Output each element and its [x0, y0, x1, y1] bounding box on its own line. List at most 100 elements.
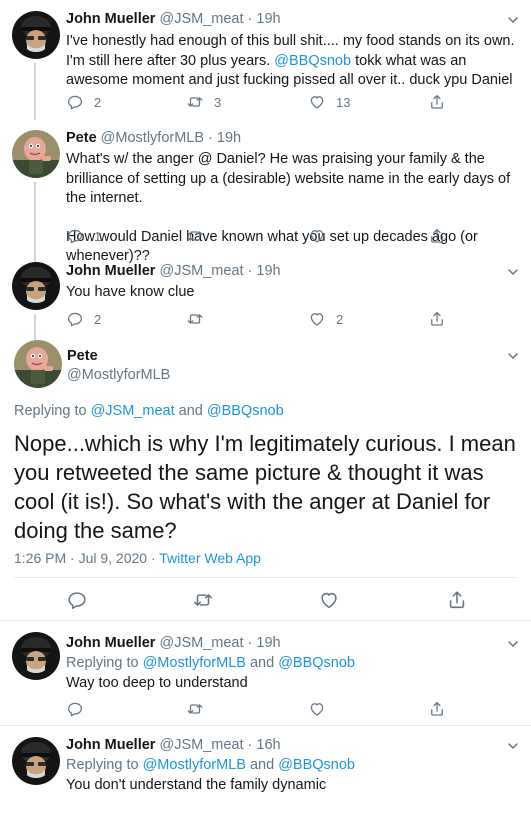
- display-name[interactable]: Pete: [67, 348, 170, 364]
- reply-icon: [66, 310, 84, 328]
- avatar[interactable]: [12, 632, 60, 680]
- replying-user-link[interactable]: @MostlyforMLB: [143, 757, 246, 773]
- share-button[interactable]: [446, 590, 468, 610]
- replying-user-link[interactable]: @BBQsnob: [207, 403, 284, 419]
- tweet-header: John Mueller @JSM_meat · 19h: [66, 263, 281, 279]
- tweet-actions: 2 2: [66, 309, 456, 329]
- like-count: 2: [336, 311, 344, 327]
- share-icon: [428, 700, 446, 718]
- chevron-down-icon[interactable]: [507, 740, 519, 752]
- tweet-time[interactable]: 19h: [256, 635, 280, 651]
- tweet-header: John Mueller @JSM_meat · 19h: [66, 11, 281, 27]
- handle[interactable]: @JSM_meat: [159, 737, 243, 753]
- replying-user-link[interactable]: @MostlyforMLB: [143, 655, 246, 671]
- replying-to: Replying to @MostlyforMLB and @BBQsnob: [66, 655, 355, 671]
- divider: [14, 577, 517, 578]
- reply-icon: [66, 227, 84, 245]
- share-icon: [446, 589, 468, 611]
- chevron-down-icon[interactable]: [507, 266, 519, 278]
- avatar[interactable]: [12, 130, 60, 178]
- share-button[interactable]: [428, 309, 446, 329]
- reply-button[interactable]: 1: [66, 226, 101, 246]
- like-button[interactable]: [308, 226, 326, 246]
- retweet-button[interactable]: 3: [186, 92, 221, 112]
- reply-icon: [66, 589, 88, 611]
- focused-tweet-text: Nope...which is why I'm legitimately cur…: [14, 431, 516, 543]
- tweet-text: You don't understand the family dynamic: [66, 777, 327, 793]
- like-icon: [318, 589, 340, 611]
- like-button[interactable]: 2: [308, 309, 343, 329]
- handle[interactable]: @JSM_meat: [159, 635, 243, 651]
- display-name[interactable]: John Mueller: [66, 737, 155, 753]
- handle[interactable]: @MostlyforMLB: [67, 367, 170, 383]
- tweet-actions: 2 3 13: [66, 92, 456, 112]
- tweet-time[interactable]: 16h: [256, 737, 280, 753]
- focused-tweet-actions: [0, 590, 531, 614]
- tweet-header: Pete @MostlyforMLB · 19h: [66, 130, 242, 146]
- share-button[interactable]: [428, 699, 446, 719]
- replying-user-link[interactable]: @BBQsnob: [278, 655, 355, 671]
- handle[interactable]: @JSM_meat: [159, 11, 243, 27]
- share-button[interactable]: [428, 226, 446, 246]
- source-link[interactable]: Twitter Web App: [159, 550, 261, 566]
- like-button[interactable]: [308, 699, 326, 719]
- display-name[interactable]: John Mueller: [66, 263, 155, 279]
- like-button[interactable]: [318, 590, 340, 610]
- focused-tweet: Pete @MostlyforMLB Replying to @JSM_meat…: [0, 332, 531, 620]
- display-name[interactable]: Pete: [66, 130, 97, 146]
- tweet-time[interactable]: 19h: [217, 130, 241, 146]
- retweet-button[interactable]: [186, 309, 204, 329]
- mention-link[interactable]: @BBQsnob: [274, 53, 351, 69]
- avatar[interactable]: [12, 262, 60, 310]
- chevron-down-icon[interactable]: [507, 350, 519, 362]
- retweet-button[interactable]: [186, 699, 204, 719]
- avatar[interactable]: [14, 340, 62, 388]
- reply-button[interactable]: 2: [66, 309, 101, 329]
- reply-icon: [66, 93, 84, 111]
- tweet-2[interactable]: Pete @MostlyforMLB · 19h What's w/ the a…: [0, 120, 531, 264]
- share-icon: [428, 93, 446, 111]
- replying-user-link[interactable]: @JSM_meat: [91, 403, 175, 419]
- retweet-icon: [186, 227, 204, 245]
- replying-user-link[interactable]: @BBQsnob: [278, 757, 355, 773]
- reply-tweet-2[interactable]: John Mueller @JSM_meat · 16h Replying to…: [0, 726, 531, 834]
- replying-to: Replying to @MostlyforMLB and @BBQsnob: [66, 757, 355, 773]
- tweet-text: You have know clue: [66, 284, 195, 300]
- retweet-icon: [186, 700, 204, 718]
- reply-button[interactable]: [66, 590, 88, 610]
- like-count: 13: [336, 94, 351, 110]
- tweet-time[interactable]: 19h: [256, 263, 280, 279]
- share-button[interactable]: [428, 92, 446, 112]
- thread-line: [34, 63, 36, 120]
- tweet-time[interactable]: 19h: [256, 11, 280, 27]
- display-name[interactable]: John Mueller: [66, 635, 155, 651]
- tweet-text: Way too deep to understand: [66, 675, 248, 691]
- reply-icon: [66, 700, 84, 718]
- tweet-header: Pete @MostlyforMLB: [67, 348, 170, 383]
- tweet-header: John Mueller @JSM_meat · 16h: [66, 737, 281, 753]
- tweet-actions: [66, 699, 456, 719]
- reply-count: 2: [94, 311, 102, 327]
- handle[interactable]: @MostlyforMLB: [101, 130, 204, 146]
- retweet-button[interactable]: [186, 226, 204, 246]
- tweet-1[interactable]: John Mueller @JSM_meat · 19h I've honest…: [0, 0, 531, 120]
- avatar[interactable]: [12, 737, 60, 785]
- display-name[interactable]: John Mueller: [66, 11, 155, 27]
- reply-button[interactable]: [66, 699, 84, 719]
- tweet-3[interactable]: John Mueller @JSM_meat · 19h You have kn…: [0, 252, 531, 342]
- like-icon: [308, 700, 326, 718]
- like-icon: [308, 310, 326, 328]
- reply-button[interactable]: 2: [66, 92, 101, 112]
- tweet-header: John Mueller @JSM_meat · 19h: [66, 635, 281, 651]
- like-button[interactable]: 13: [308, 92, 350, 112]
- avatar[interactable]: [12, 11, 60, 59]
- retweet-button[interactable]: [192, 590, 214, 610]
- share-icon: [428, 227, 446, 245]
- thread-line: [34, 182, 36, 262]
- handle[interactable]: @JSM_meat: [159, 263, 243, 279]
- reply-count: 2: [94, 94, 102, 110]
- reply-tweet-1[interactable]: John Mueller @JSM_meat · 19h Replying to…: [0, 621, 531, 726]
- tweet-text: I've honestly had enough of this bull sh…: [66, 33, 515, 88]
- chevron-down-icon[interactable]: [507, 14, 519, 26]
- chevron-down-icon[interactable]: [507, 638, 519, 650]
